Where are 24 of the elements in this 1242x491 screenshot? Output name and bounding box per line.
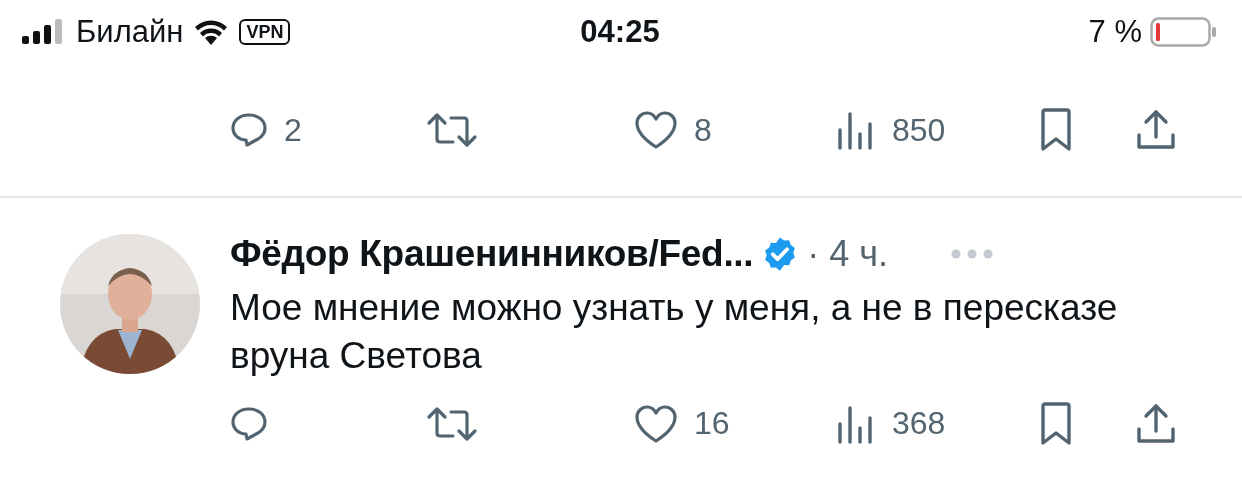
reply-count: 2 [284, 111, 302, 149]
bookmark-icon[interactable] [1040, 401, 1072, 446]
share-icon[interactable] [1136, 402, 1176, 445]
reply-icon[interactable] [230, 112, 268, 148]
author-name[interactable]: Фёдор Крашенинников/Fed... [230, 232, 754, 275]
vpn-badge: VPN [239, 19, 291, 45]
post-text: Мое мнение можно узнать у меня, а не в пересказе вруна Светова [230, 285, 1119, 378]
post-time: · 4 ч. [807, 232, 889, 275]
battery-icon [1150, 17, 1218, 47]
heart-icon[interactable] [634, 110, 678, 150]
wifi-icon [193, 18, 230, 46]
heart-icon[interactable] [634, 403, 678, 444]
status-time: 04:25 [580, 14, 660, 50]
like-count: 8 [694, 111, 712, 149]
repost-icon[interactable] [426, 405, 478, 442]
bookmark-icon[interactable] [1040, 108, 1072, 152]
repost-icon[interactable] [426, 112, 478, 148]
views-count: 368 [892, 405, 946, 442]
views-count: 850 [892, 111, 946, 149]
reply-icon[interactable] [230, 405, 268, 442]
share-icon[interactable] [1136, 109, 1176, 151]
battery-percent: 7 % [1088, 14, 1142, 50]
like-count: 16 [694, 405, 730, 442]
carrier-name: Билайн [76, 14, 184, 50]
